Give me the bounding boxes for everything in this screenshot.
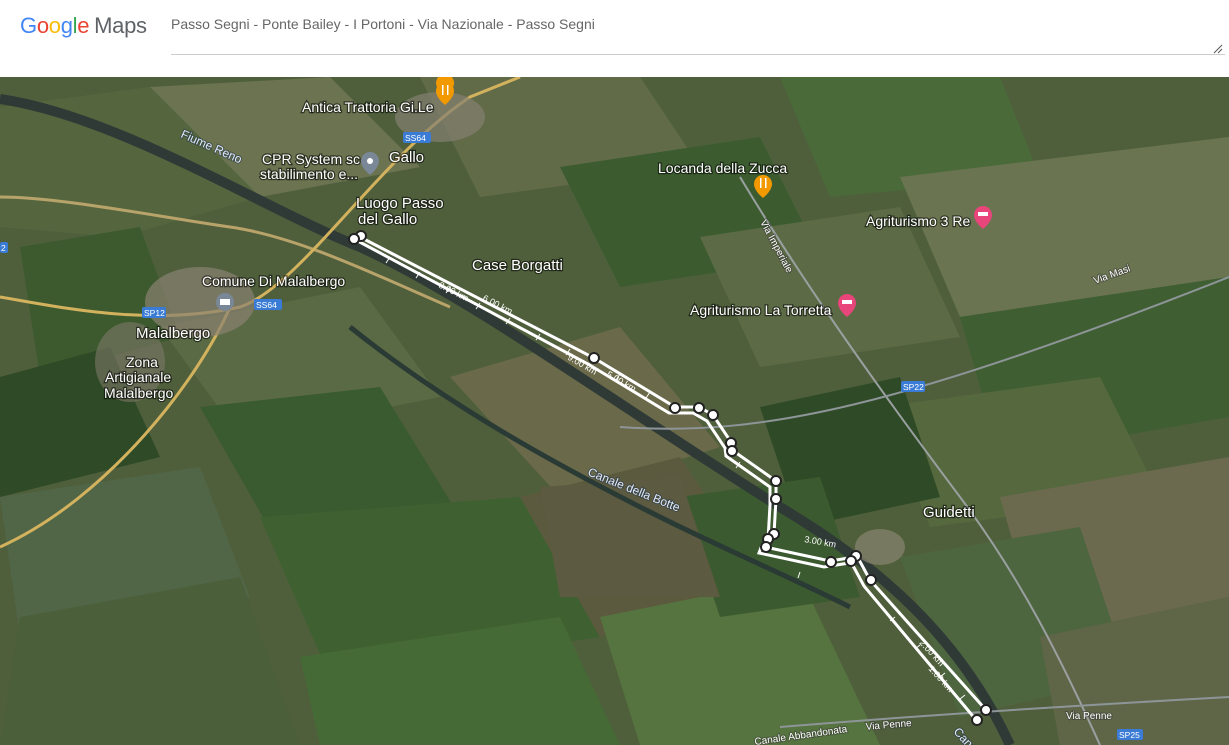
waypoint-marker[interactable] bbox=[760, 541, 772, 553]
route-shield: SP12 bbox=[142, 307, 166, 318]
resize-grip-icon[interactable] bbox=[1213, 44, 1223, 54]
waypoint-marker[interactable] bbox=[770, 493, 782, 505]
waypoint-marker[interactable] bbox=[693, 402, 705, 414]
svg-text:SP12: SP12 bbox=[144, 308, 165, 318]
poi-label[interactable]: Antica Trattoria Gi.Le bbox=[301, 98, 435, 117]
map-canvas[interactable]: 8.00 km 6.00 km 9.00 km 5.00 km 3.00 km … bbox=[0, 77, 1229, 745]
svg-text:SS64: SS64 bbox=[256, 300, 277, 310]
poi-label[interactable]: Agriturismo 3 Re bbox=[865, 212, 972, 231]
place-label: Malalbergo bbox=[104, 385, 173, 401]
svg-text:SP22: SP22 bbox=[903, 382, 924, 392]
satellite-map[interactable]: 8.00 km 6.00 km 9.00 km 5.00 km 3.00 km … bbox=[0, 77, 1229, 745]
route-shield: SS64 bbox=[254, 299, 282, 310]
place-label: Artigianale bbox=[105, 369, 171, 385]
maps-label: Maps bbox=[94, 13, 147, 38]
route-shield: SP25 bbox=[1117, 729, 1143, 740]
place-label[interactable]: stabilimento e... bbox=[259, 165, 360, 184]
waypoint-marker[interactable] bbox=[980, 704, 992, 716]
poi-label[interactable]: Agriturismo La Torretta bbox=[689, 301, 833, 320]
waypoint-marker[interactable] bbox=[588, 352, 600, 364]
google-maps-logo[interactable]: Google Maps bbox=[20, 13, 147, 39]
place-label: Gallo bbox=[389, 149, 424, 166]
place-label: Guidetti bbox=[923, 504, 975, 521]
place-label: Luogo Passo bbox=[356, 195, 444, 212]
route-shield: SS64 bbox=[403, 132, 431, 143]
header-bar: Google Maps Passo Segni - Ponte Bailey - … bbox=[0, 0, 1229, 77]
place-label: Malalbergo bbox=[136, 325, 210, 342]
place-label: Zona bbox=[126, 354, 158, 370]
waypoint-marker[interactable] bbox=[825, 556, 837, 568]
waypoint-marker[interactable] bbox=[971, 714, 983, 726]
route-title-field[interactable]: Passo Segni - Ponte Bailey - I Portoni -… bbox=[171, 13, 1225, 55]
waypoint-marker[interactable] bbox=[726, 445, 738, 457]
town-hall-icon[interactable] bbox=[216, 293, 234, 311]
road-label: Via Penne bbox=[1066, 711, 1112, 722]
svg-text:SS64: SS64 bbox=[405, 133, 426, 143]
waypoint-marker[interactable] bbox=[770, 475, 782, 487]
waypoint-marker[interactable] bbox=[865, 574, 877, 586]
waypoint-marker[interactable] bbox=[845, 555, 857, 567]
waypoint-marker[interactable] bbox=[348, 233, 360, 245]
place-label[interactable]: CPR System sc bbox=[261, 150, 362, 169]
svg-text:SP25: SP25 bbox=[1119, 730, 1140, 740]
route-shield: SP22 bbox=[901, 381, 925, 392]
place-label: del Gallo bbox=[358, 211, 417, 228]
waypoint-marker[interactable] bbox=[669, 402, 681, 414]
village-guidetti bbox=[855, 529, 905, 565]
route-shield: 2 bbox=[0, 242, 8, 253]
place-label[interactable]: Comune Di Malalbergo bbox=[201, 272, 347, 291]
place-label: Case Borgatti bbox=[472, 257, 563, 274]
svg-text:2: 2 bbox=[1, 243, 6, 253]
poi-label[interactable]: Locanda della Zucca bbox=[657, 159, 789, 178]
waypoint-marker[interactable] bbox=[707, 409, 719, 421]
